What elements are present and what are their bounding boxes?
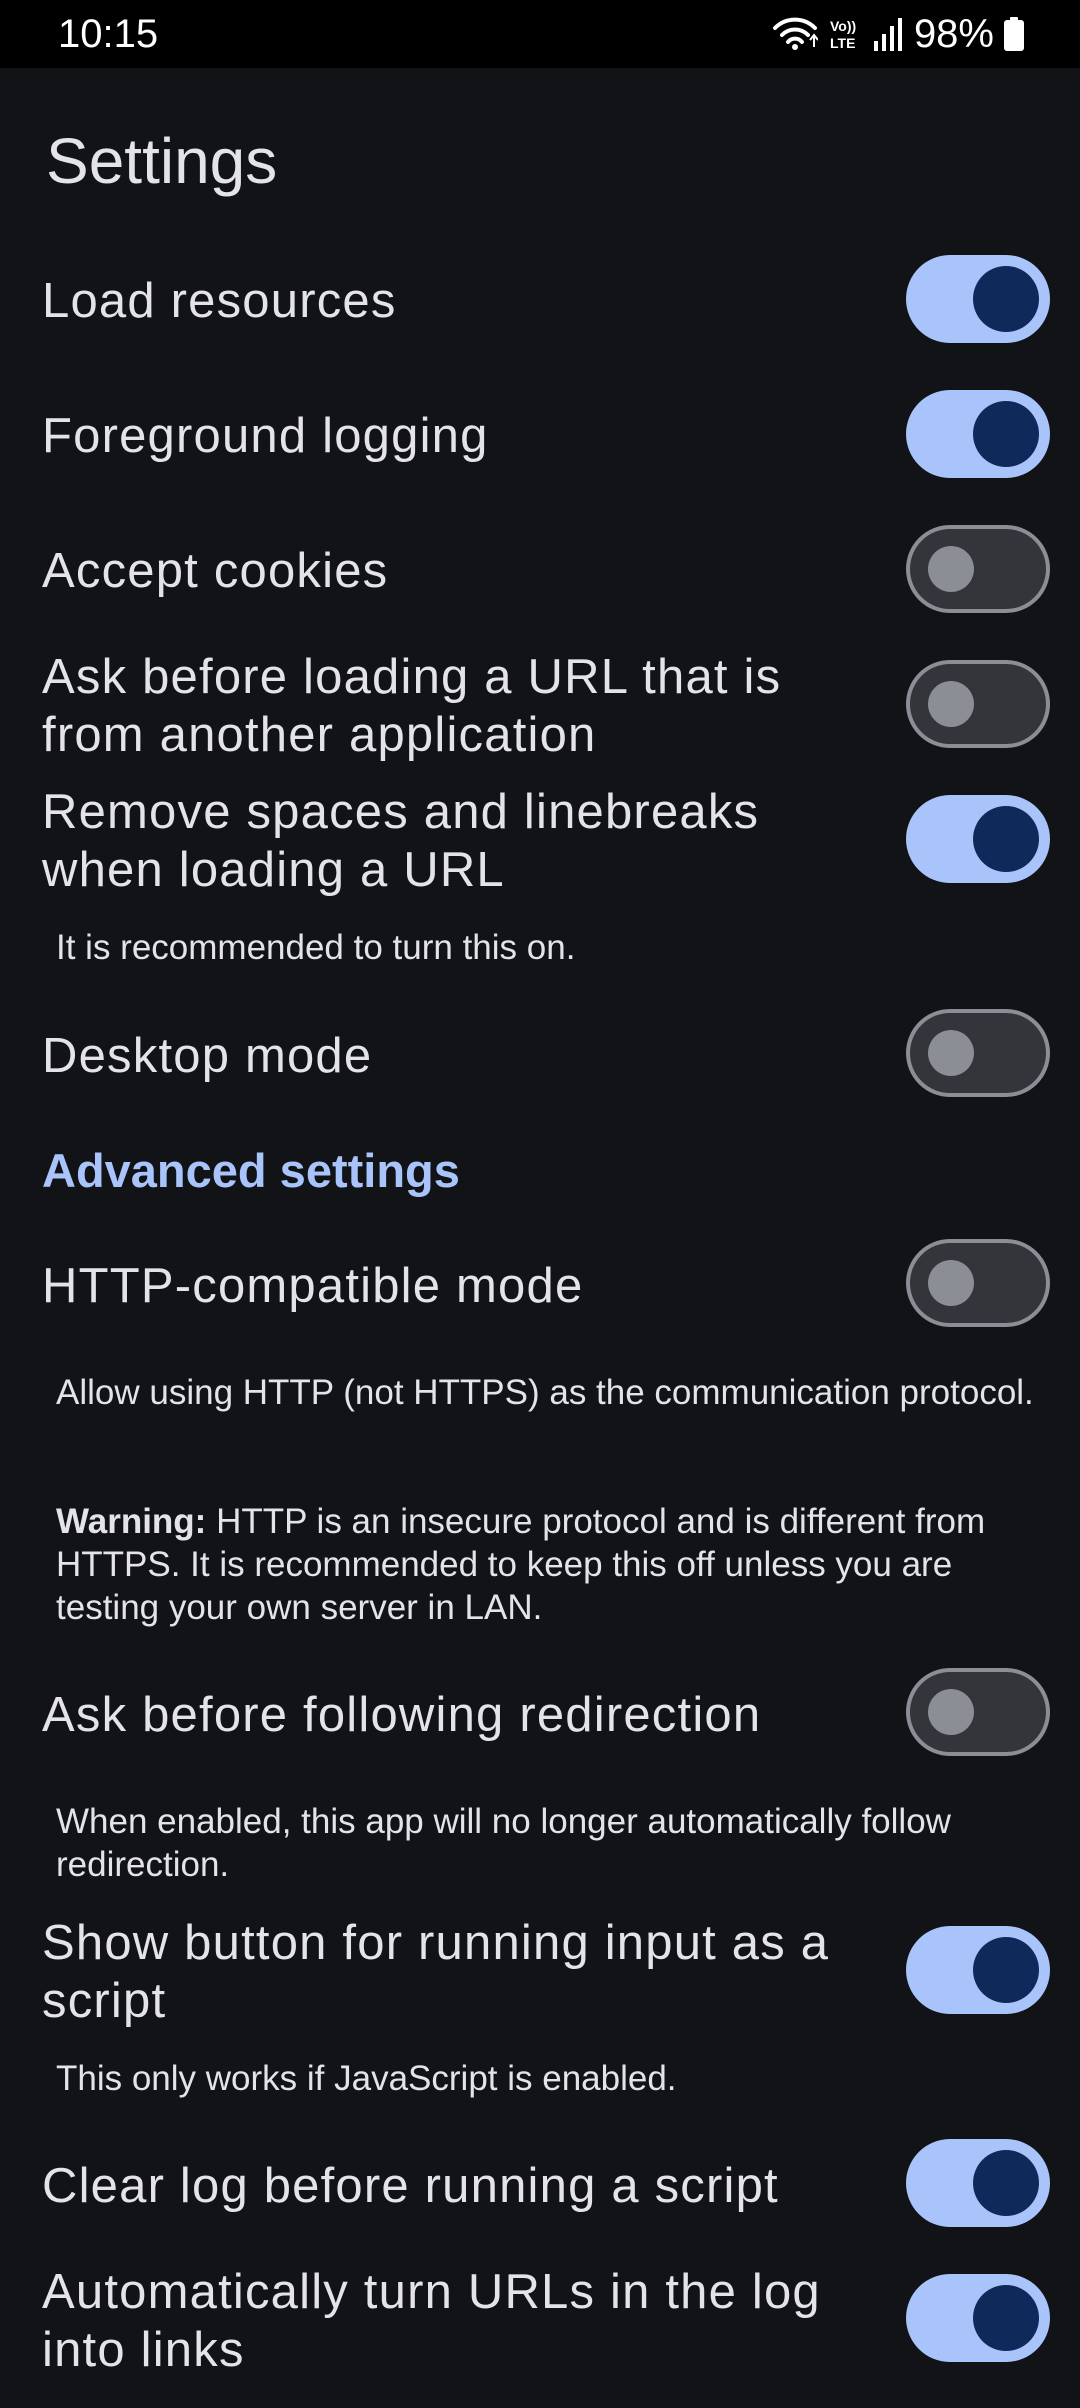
battery-icon	[1004, 17, 1024, 51]
setting-warning-http-compatible-mode: Warning: HTTP is an insecure protocol an…	[56, 1500, 1046, 1629]
status-bar: 10:15 Vo)) LTE 98%	[0, 0, 1080, 68]
setting-label-ask-before-redirection: Ask before following redirection	[42, 1688, 762, 1742]
toggle-http-compatible-mode[interactable]	[906, 1239, 1050, 1327]
toggle-thumb	[928, 1260, 974, 1306]
svg-text:Vo)): Vo))	[830, 18, 856, 34]
setting-label-http-compatible-mode: HTTP-compatible mode	[42, 1259, 584, 1313]
wifi-icon	[772, 16, 818, 52]
svg-text:LTE: LTE	[830, 35, 855, 51]
toggle-remove-spaces[interactable]	[906, 795, 1050, 883]
setting-description-ask-before-redirection: When enabled, this app will no longer au…	[56, 1802, 951, 1884]
signal-icon	[872, 17, 904, 51]
setting-description-remove-spaces: It is recommended to turn this on.	[56, 928, 576, 967]
toggle-thumb	[973, 2150, 1039, 2216]
toggle-show-run-script-button[interactable]	[906, 1926, 1050, 2014]
setting-label-remove-spaces: Remove spaces and linebreaks when loadin…	[42, 785, 760, 897]
setting-label-auto-links: Automatically turn URLs in the log into …	[42, 2265, 821, 2377]
toggle-ask-before-redirection[interactable]	[906, 1668, 1050, 1756]
toggle-thumb	[973, 1937, 1039, 2003]
volte-icon: Vo)) LTE	[828, 16, 862, 52]
status-icons: Vo)) LTE 98%	[772, 8, 1024, 60]
toggle-thumb	[928, 681, 974, 727]
toggle-thumb	[973, 2285, 1039, 2351]
toggle-thumb	[928, 1689, 974, 1735]
toggle-thumb	[928, 1030, 974, 1076]
setting-label-desktop-mode: Desktop mode	[42, 1029, 373, 1083]
section-header-advanced: Advanced settings	[42, 1144, 460, 1197]
setting-label-load-resources: Load resources	[42, 274, 397, 328]
warning-label: Warning:	[56, 1502, 207, 1541]
status-time: 10:15	[58, 12, 159, 56]
setting-label-ask-before-loading-url: Ask before loading a URL that is from an…	[42, 650, 782, 762]
setting-description-show-run-script-button: This only works if JavaScript is enabled…	[56, 2059, 677, 2098]
setting-label-accept-cookies: Accept cookies	[42, 544, 389, 598]
toggle-thumb	[973, 806, 1039, 872]
page-title: Settings	[46, 125, 278, 197]
setting-label-show-run-script-button: Show button for running input as a scrip…	[42, 1916, 830, 2028]
setting-description-http-compatible-mode: Allow using HTTP (not HTTPS) as the comm…	[56, 1373, 1034, 1412]
toggle-clear-log[interactable]	[906, 2139, 1050, 2227]
toggle-foreground-logging[interactable]	[906, 390, 1050, 478]
setting-label-foreground-logging: Foreground logging	[42, 409, 489, 463]
toggle-load-resources[interactable]	[906, 255, 1050, 343]
toggle-ask-before-loading-url[interactable]	[906, 660, 1050, 748]
toggle-thumb	[928, 546, 974, 592]
toggle-thumb	[973, 401, 1039, 467]
setting-label-clear-log: Clear log before running a script	[42, 2159, 779, 2213]
toggle-thumb	[973, 266, 1039, 332]
battery-percent: 98%	[913, 12, 994, 56]
toggle-desktop-mode[interactable]	[906, 1009, 1050, 1097]
toggle-accept-cookies[interactable]	[906, 525, 1050, 613]
toggle-auto-links[interactable]	[906, 2274, 1050, 2362]
